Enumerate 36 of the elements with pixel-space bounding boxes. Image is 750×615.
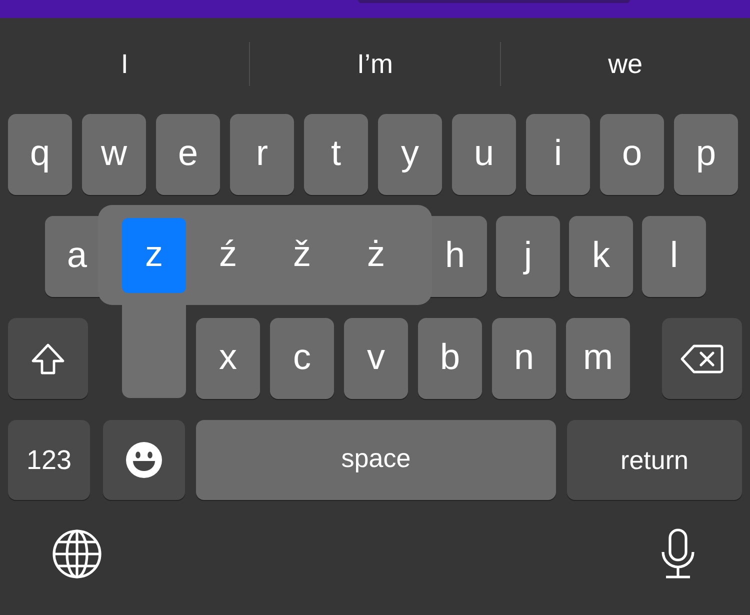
delete-icon: [680, 342, 724, 374]
shift-key[interactable]: [8, 318, 88, 399]
emoji-key[interactable]: [103, 420, 185, 500]
letter-key[interactable]: n: [492, 318, 556, 399]
letter-key[interactable]: p: [674, 114, 738, 195]
letter-key[interactable]: o: [600, 114, 664, 195]
suggestion[interactable]: I: [120, 48, 128, 78]
letter-key[interactable]: r: [230, 114, 294, 195]
letter-key[interactable]: v: [344, 318, 408, 399]
letter-key[interactable]: e: [156, 114, 220, 195]
letter-key[interactable]: u: [452, 114, 516, 195]
suggestion[interactable]: I’m: [356, 48, 393, 78]
letter-key[interactable]: m: [566, 318, 630, 399]
suggestion[interactable]: we: [608, 48, 643, 78]
accent-option[interactable]: ź: [196, 218, 260, 293]
space-bar[interactable]: space: [196, 420, 556, 500]
numbers-key[interactable]: 123: [8, 420, 90, 500]
letter-key[interactable]: l: [642, 216, 706, 297]
letter-key[interactable]: k: [569, 216, 633, 297]
microphone-icon[interactable]: [660, 528, 696, 580]
letter-key[interactable]: c: [270, 318, 334, 399]
accent-option[interactable]: ž: [270, 218, 334, 293]
letter-key[interactable]: j: [496, 216, 560, 297]
letter-key[interactable]: q: [8, 114, 72, 195]
letter-key[interactable]: t: [304, 114, 368, 195]
letter-key[interactable]: y: [378, 114, 442, 195]
letter-key[interactable]: x: [196, 318, 260, 399]
accent-option[interactable]: ż: [344, 218, 408, 293]
letter-key[interactable]: w: [82, 114, 146, 195]
smiley-icon: [125, 441, 163, 479]
letter-key[interactable]: b: [418, 318, 482, 399]
letter-key[interactable]: i: [526, 114, 590, 195]
accent-option[interactable]: z: [122, 218, 186, 293]
globe-icon[interactable]: [52, 529, 102, 579]
return-key[interactable]: return: [567, 420, 742, 500]
delete-key[interactable]: [662, 318, 742, 399]
